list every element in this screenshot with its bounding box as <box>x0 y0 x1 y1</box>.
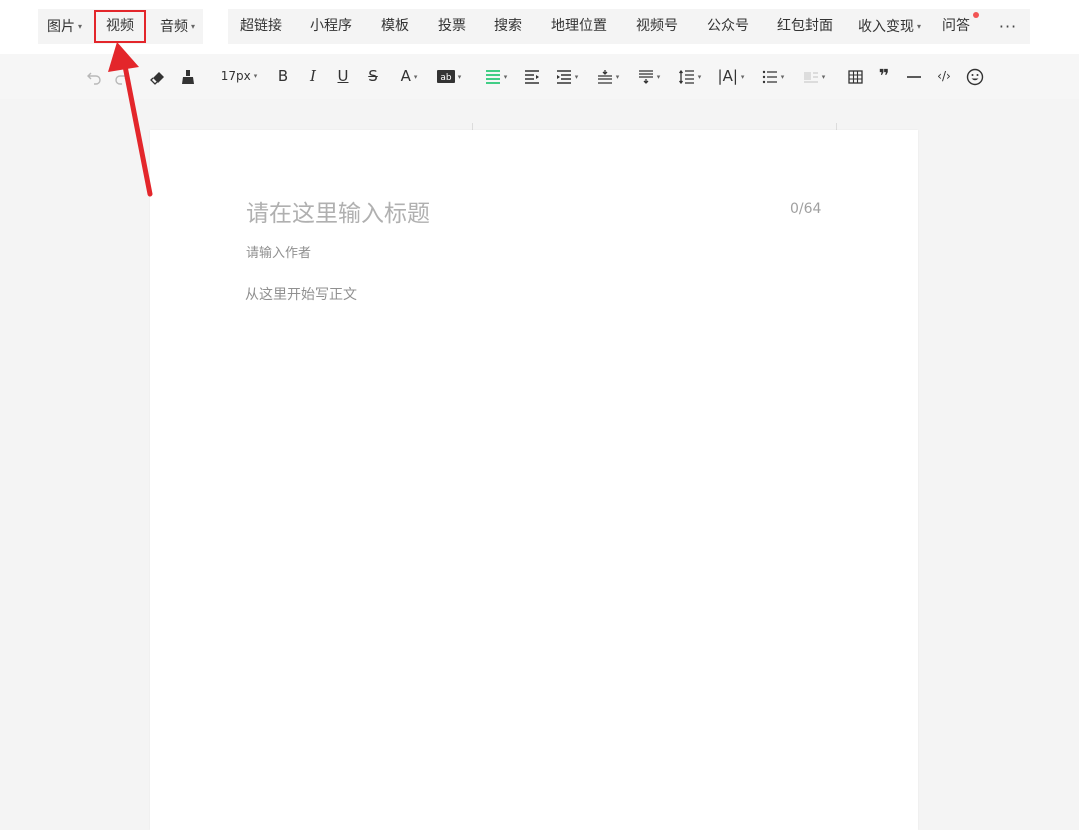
title-counter: 0/64 <box>790 201 822 217</box>
undo-icon[interactable] <box>84 54 104 99</box>
official-account-button[interactable]: 公众号 <box>707 9 749 44</box>
caret-down-icon: ▾ <box>413 73 418 81</box>
caret-down-icon: ▾ <box>191 22 196 31</box>
title-input[interactable]: 请在这里输入标题 <box>246 194 430 228</box>
caret-down-icon: ▾ <box>615 73 620 81</box>
redo-icon[interactable] <box>112 54 132 99</box>
clear-format-icon[interactable] <box>178 54 198 99</box>
location-button[interactable]: 地理位置 <box>551 9 607 44</box>
search-button[interactable]: 搜索 <box>494 9 522 44</box>
video-account-button[interactable]: 视频号 <box>636 9 678 44</box>
indent-icon[interactable] <box>522 54 542 99</box>
monetize-label: 收入变现 <box>858 19 914 35</box>
emoji-icon[interactable] <box>964 54 986 99</box>
caret-down-icon: ▾ <box>740 73 745 81</box>
quote-icon[interactable]: ❞ <box>874 54 894 99</box>
italic-icon[interactable]: I <box>304 54 322 99</box>
format-toolbar: 17px ▾ B I U S A ▾ ab ▾ ▾ ▾ ▾ ▾ ▾ |A| ▾ ▾ ▾ … <box>0 54 1079 138</box>
hyperlink-button[interactable]: 超链接 <box>240 9 282 44</box>
caret-down-icon: ▾ <box>917 22 922 31</box>
caret-down-icon: ▾ <box>821 73 826 81</box>
caret-down-icon: ▾ <box>503 73 508 81</box>
notification-dot <box>973 12 979 18</box>
mini-program-button[interactable]: 小程序 <box>310 9 352 44</box>
bold-icon[interactable]: B <box>274 54 292 99</box>
caret-down-icon: ▾ <box>574 73 579 81</box>
body-editor[interactable]: 从这里开始写正文 <box>245 284 357 304</box>
svg-text:ab: ab <box>440 73 452 83</box>
float-icon[interactable]: ▾ <box>799 54 829 99</box>
paragraph-spacing-after-icon[interactable]: ▾ <box>634 54 664 99</box>
image-label: 图片 <box>47 19 75 35</box>
line-height-icon[interactable]: ▾ <box>675 54 705 99</box>
divider-line-icon[interactable] <box>904 54 924 99</box>
font-size-value: 17px <box>220 69 251 83</box>
underline-icon[interactable]: U <box>334 54 352 99</box>
letter-spacing-icon[interactable]: |A| ▾ <box>716 54 746 99</box>
monetize-menu[interactable]: 收入变现 ▾ <box>858 9 921 44</box>
font-color-icon[interactable]: A ▾ <box>394 54 424 99</box>
caret-down-icon: ▾ <box>78 22 83 31</box>
highlight-box <box>94 10 146 43</box>
caret-down-icon: ▾ <box>656 73 661 81</box>
format-painter-icon[interactable] <box>148 54 168 99</box>
list-icon[interactable]: ▾ <box>758 54 788 99</box>
strikethrough-icon[interactable]: S <box>364 54 382 99</box>
caret-down-icon: ▾ <box>253 72 258 80</box>
caret-down-icon: ▾ <box>780 73 785 81</box>
template-button[interactable]: 模板 <box>381 9 409 44</box>
caret-down-icon: ▾ <box>697 73 702 81</box>
qa-button[interactable]: 问答 <box>942 9 970 44</box>
insert-toolbar: 图片 ▾ 视频 音频 ▾ 超链接 小程序 模板 投票 搜索 地理位置 视频号 公众号… <box>0 0 1079 54</box>
vote-button[interactable]: 投票 <box>438 9 466 44</box>
red-envelope-cover-button[interactable]: 红包封面 <box>777 9 833 44</box>
font-size-select[interactable]: 17px ▾ <box>216 54 262 99</box>
table-icon[interactable] <box>845 54 865 99</box>
indent-options-icon[interactable]: ▾ <box>552 54 582 99</box>
editor-page: 请在这里输入标题 0/64 请输入作者 从这里开始写正文 <box>150 130 918 830</box>
image-menu[interactable]: 图片 ▾ <box>47 9 82 44</box>
code-icon[interactable]: ‹/› <box>932 54 956 99</box>
more-button[interactable]: ··· <box>996 9 1020 44</box>
align-justify-icon[interactable]: ▾ <box>481 54 511 99</box>
background-color-icon[interactable]: ab ▾ <box>434 54 464 99</box>
audio-label: 音频 <box>160 19 188 35</box>
audio-menu[interactable]: 音频 ▾ <box>160 9 195 44</box>
insert-group: 超链接 小程序 模板 投票 搜索 地理位置 视频号 公众号 红包封面 收入变现 ▾… <box>228 9 1030 44</box>
author-input[interactable]: 请输入作者 <box>246 242 311 261</box>
caret-down-icon: ▾ <box>457 73 462 81</box>
paragraph-spacing-icon[interactable]: ▾ <box>593 54 623 99</box>
